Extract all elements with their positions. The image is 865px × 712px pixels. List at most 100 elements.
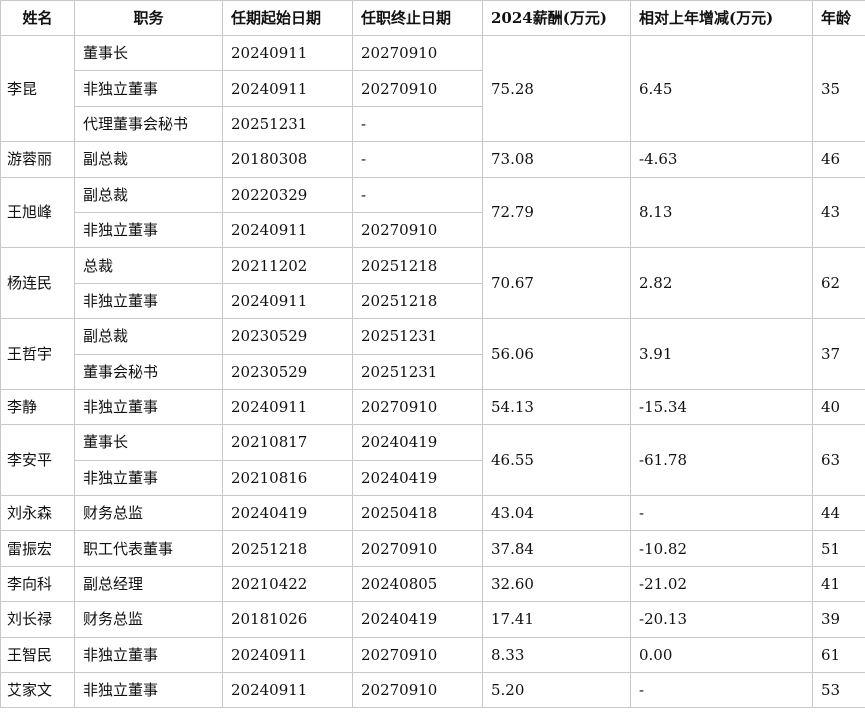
term-start-date: 20240911 [222,70,353,107]
position-title: 副总裁 [74,318,223,355]
yoy-change: - [630,672,813,709]
person-name: 李向科 [0,565,75,603]
term-end-date: 20270910 [352,530,483,567]
yoy-change: -15.34 [630,388,813,426]
salary-2024: 70.67 [482,247,631,320]
table-row: 刘永森 财务总监 20240419 20250418 43.04-44 [0,495,865,532]
table-body: 李昆 董事长 20240911 20270910 75.28 6.45 35 非独立董事 202… [0,34,865,709]
position-title: 财务总监 [74,495,223,532]
term-end-date: 20270910 [352,636,483,674]
position-title: 总裁 [74,247,223,284]
header-yoy-change: 相对上年增减(万元) [630,0,813,36]
table-row: 李安平 董事长 20210817 20240419 46.55 -61.78 63 [0,424,865,497]
table-row: 杨连民 总裁 20211202 20251218 70.67 2.82 62 [0,247,865,320]
yoy-change: 3.91 [630,318,813,390]
header-end-date: 任职终止日期 [352,0,483,36]
term-end-date: 20240419 [352,424,483,461]
salary-2024: 8.33 [482,636,631,674]
term-end-date: 20270910 [352,388,483,426]
position-title: 代理董事会秘书 [74,105,223,143]
term-end-date: 20270910 [352,34,483,72]
position-title: 非独立董事 [74,211,223,249]
table-row: 王旭峰 副总裁 20220329-72.79 8.13 43 [0,176,865,249]
yoy-change: -4.63 [630,141,813,178]
term-end-date: 20251231 [352,318,483,355]
person-name: 李安平 [0,424,75,497]
person-name: 王哲宇 [0,318,75,390]
yoy-change: 6.45 [630,34,813,143]
yoy-change: -10.82 [630,530,813,567]
salary-2024: 56.06 [482,318,631,390]
term-start-date: 20230529 [222,353,353,390]
salary-2024: 73.08 [482,141,631,178]
table-row: 王智民 非独立董事 20240911 20270910 8.33 0.00 61 [0,636,865,674]
yoy-change: -20.13 [630,601,813,638]
person-name: 杨连民 [0,247,75,320]
salary-2024: 43.04 [482,495,631,532]
age: 39 [812,601,865,638]
yoy-change: - [630,495,813,532]
person-name: 李静 [0,388,75,426]
salary-2024: 5.20 [482,672,631,709]
term-end-date: 20250418 [352,495,483,532]
term-start-date: 20240911 [222,211,353,249]
position-title: 董事会秘书 [74,353,223,390]
term-start-date: 20240911 [222,34,353,72]
term-end-date: 20270910 [352,211,483,249]
term-end-date: 20251231 [352,353,483,390]
term-end-date: 20251218 [352,282,483,320]
person-name: 刘永森 [0,495,75,532]
yoy-change: 8.13 [630,176,813,249]
age: 61 [812,636,865,674]
term-end-date: - [352,141,483,178]
term-end-date: 20240419 [352,459,483,497]
age: 35 [812,34,865,143]
term-start-date: 20210816 [222,459,353,497]
position-title: 财务总监 [74,601,223,638]
position-title: 副总经理 [74,565,223,603]
term-start-date: 20210817 [222,424,353,461]
term-start-date: 20251218 [222,530,353,567]
age: 41 [812,565,865,603]
term-start-date: 20181026 [222,601,353,638]
salary-2024: 32.60 [482,565,631,603]
yoy-change: -61.78 [630,424,813,497]
position-title: 非独立董事 [74,70,223,107]
position-title: 非独立董事 [74,282,223,320]
table-row: 王哲宇 副总裁 20230529 20251231 56.06 3.91 37 [0,318,865,390]
table-row: 李向科 副总经理 20210422 20240805 32.60 -21.02 41 [0,565,865,603]
salary-2024: 75.28 [482,34,631,143]
term-start-date: 20251231 [222,105,353,143]
term-start-date: 20230529 [222,318,353,355]
header-salary-2024: 2024薪酬(万元) [482,0,631,36]
header-age: 年龄 [812,0,865,36]
salary-2024: 72.79 [482,176,631,249]
salary-2024: 54.13 [482,388,631,426]
position-title: 副总裁 [74,176,223,213]
salary-2024: 17.41 [482,601,631,638]
salary-2024: 37.84 [482,530,631,567]
yoy-change: -21.02 [630,565,813,603]
term-start-date: 20180308 [222,141,353,178]
term-start-date: 20210422 [222,565,353,603]
header-position: 职务 [74,0,223,36]
yoy-change: 0.00 [630,636,813,674]
position-title: 董事长 [74,34,223,72]
term-start-date: 20240911 [222,388,353,426]
age: 43 [812,176,865,249]
term-start-date: 20211202 [222,247,353,284]
person-name: 游蓉丽 [0,141,75,178]
position-title: 董事长 [74,424,223,461]
position-title: 副总裁 [74,141,223,178]
term-end-date: 20240805 [352,565,483,603]
person-name: 刘长禄 [0,601,75,638]
age: 53 [812,672,865,709]
header-row: 姓名 职务 任期起始日期 任职终止日期 2024薪酬(万元) 相对上年增减(万元… [0,0,865,36]
age: 62 [812,247,865,320]
executive-compensation-table: 姓名 职务 任期起始日期 任职终止日期 2024薪酬(万元) 相对上年增减(万元… [0,0,865,709]
age: 51 [812,530,865,567]
position-title: 非独立董事 [74,636,223,674]
person-name: 王智民 [0,636,75,674]
salary-2024: 46.55 [482,424,631,497]
position-title: 职工代表董事 [74,530,223,567]
